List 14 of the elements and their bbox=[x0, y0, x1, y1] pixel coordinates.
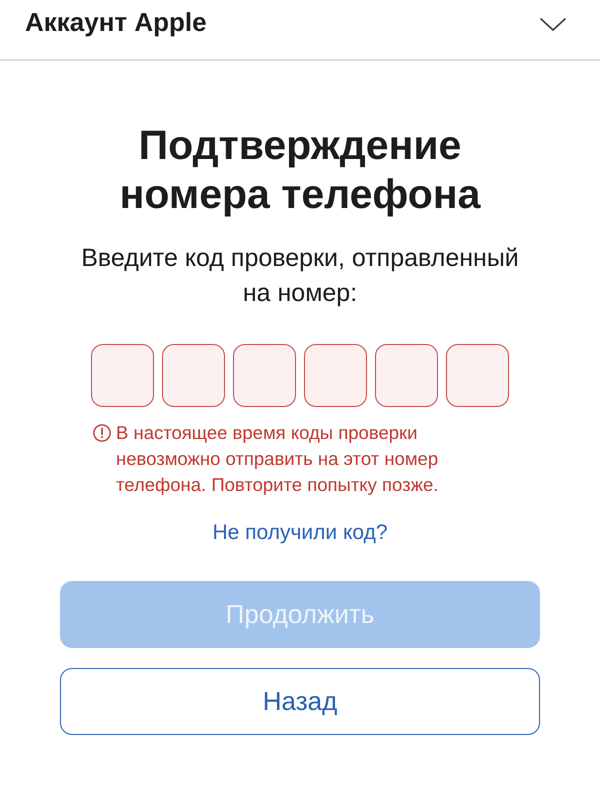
code-digit-field[interactable] bbox=[375, 344, 438, 407]
code-digit-field[interactable] bbox=[91, 344, 154, 407]
code-digit-field[interactable] bbox=[446, 344, 509, 407]
page-title: Аккаунт Apple bbox=[25, 7, 207, 38]
exclamation-circle-icon bbox=[93, 424, 111, 442]
chevron-down-icon[interactable] bbox=[540, 18, 566, 31]
back-button[interactable]: Назад bbox=[60, 668, 540, 735]
instruction-text: Введите код проверки, отправленный на номер: bbox=[80, 243, 520, 309]
code-digit-field[interactable] bbox=[162, 344, 225, 407]
resend-code-link[interactable]: Не получили код? bbox=[212, 520, 388, 546]
code-digit-field[interactable] bbox=[304, 344, 367, 407]
heading: Подтверждение номера телефона bbox=[118, 121, 482, 219]
error-message: В настоящее время коды проверки невозможно отправить на этот номер телефона. Повторите попытку позже. bbox=[116, 421, 440, 497]
code-digit-field[interactable] bbox=[233, 344, 296, 407]
